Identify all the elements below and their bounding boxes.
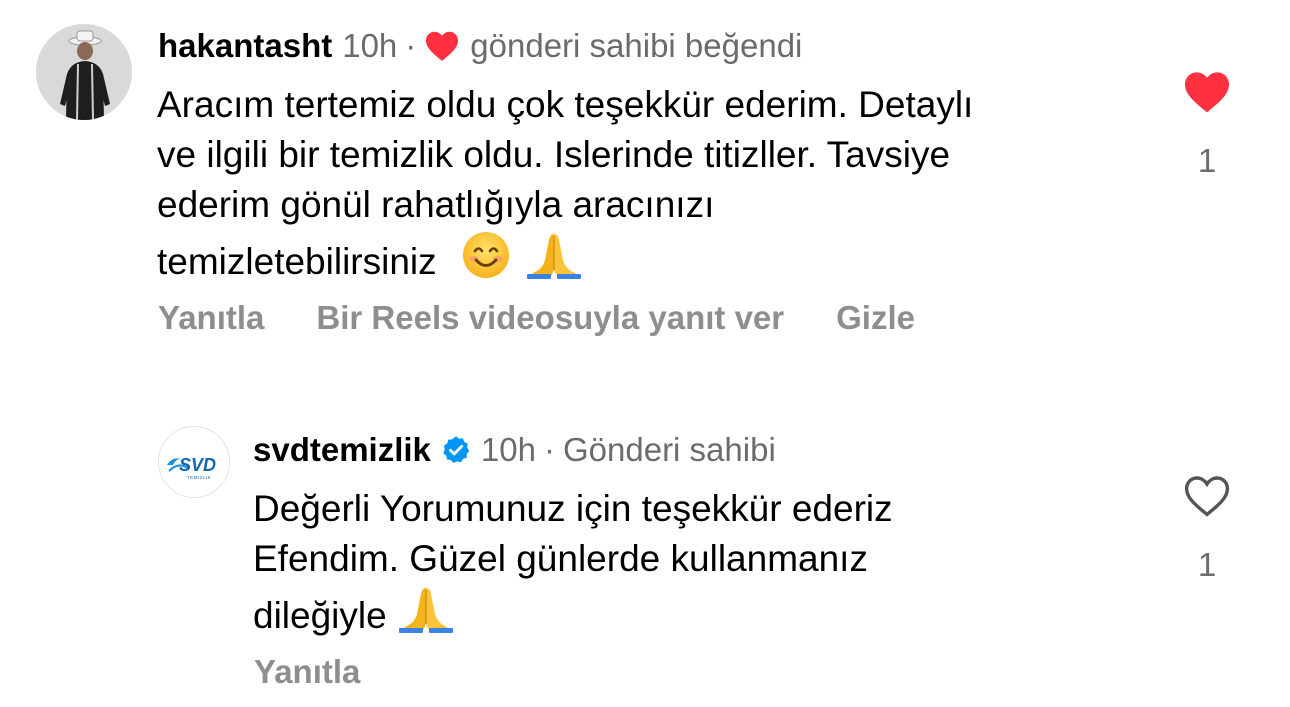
like-count: 1 [1197, 546, 1217, 583]
avatar[interactable]: SVD TEMIZLIK [158, 426, 230, 498]
post-owner-label: Gönderi sahibi [562, 431, 776, 468]
comment-line: ederim gönül rahatlığıyla aracınızı [157, 184, 715, 225]
like-count: 1 [1197, 142, 1217, 179]
avatar[interactable] [36, 24, 132, 120]
owner-liked-label: gönderi sahibi beğendi [470, 27, 803, 64]
reels-reply-button[interactable]: Bir Reels videosuyla yanıt ver [316, 299, 784, 337]
separator-dot: · [405, 27, 417, 64]
comment-line: dileğiyle [253, 595, 387, 636]
reply-button[interactable]: Yanıtla [158, 299, 264, 337]
reply-button[interactable]: Yanıtla [254, 653, 360, 691]
comment-meta: hakantasht 10h · gönderi sahibi beğendi [158, 24, 802, 68]
comment-text: Değerli Yorumunuz için teşekkür ederiz E… [253, 484, 1133, 647]
timestamp: 10h [480, 431, 536, 468]
separator-dot: · [543, 431, 555, 468]
smiling-face-icon [461, 230, 511, 293]
comment-actions: Yanıtla [254, 653, 412, 691]
like-column: 1 [1177, 474, 1237, 584]
heart-filled-icon [424, 30, 460, 62]
comment-line: Değerli Yorumunuz için teşekkür ederiz [253, 488, 893, 529]
like-column: 1 [1177, 70, 1237, 180]
comment-meta: svdtemizlik 10h · Gönderi sahibi [253, 428, 776, 472]
heart-filled-icon[interactable] [1177, 70, 1237, 118]
profile-photo [36, 24, 132, 120]
folded-hands-icon [397, 584, 455, 647]
heart-outline-icon[interactable] [1177, 474, 1237, 522]
folded-hands-icon [525, 230, 583, 293]
comment-actions: Yanıtla Bir Reels videosuyla yanıt ver G… [158, 299, 967, 337]
username[interactable]: hakantasht [158, 27, 332, 65]
svd-logo: SVD TEMIZLIK [159, 427, 229, 497]
comment-text: Aracım tertemiz oldu çok teşekkür ederim… [157, 80, 1157, 293]
logo-subtext: TEMIZLIK [187, 475, 211, 480]
comment-hakantasht: hakantasht 10h · gönderi sahibi beğendi … [0, 0, 1290, 360]
comment-line-with-emoji: temizletebilirsiniz [157, 230, 1157, 293]
verified-badge-icon [441, 435, 471, 465]
comment-line: Efendim. Güzel günlerde kullanmanız [253, 538, 868, 579]
username[interactable]: svdtemizlik [253, 431, 431, 469]
comment-line: Aracım tertemiz oldu çok teşekkür ederim… [157, 84, 974, 125]
comment-line-with-emoji: dileğiyle [253, 584, 1133, 647]
comment-line: ve ilgili bir temizlik oldu. Islerinde t… [157, 134, 951, 175]
comment-line: temizletebilirsiniz [157, 241, 437, 282]
logo-wordmark: SVD [179, 455, 216, 475]
comment-svdtemizlik: SVD TEMIZLIK svdtemizlik 10h · Gönderi s… [0, 400, 1290, 707]
hide-button[interactable]: Gizle [836, 299, 915, 337]
timestamp: 10h [342, 27, 398, 64]
